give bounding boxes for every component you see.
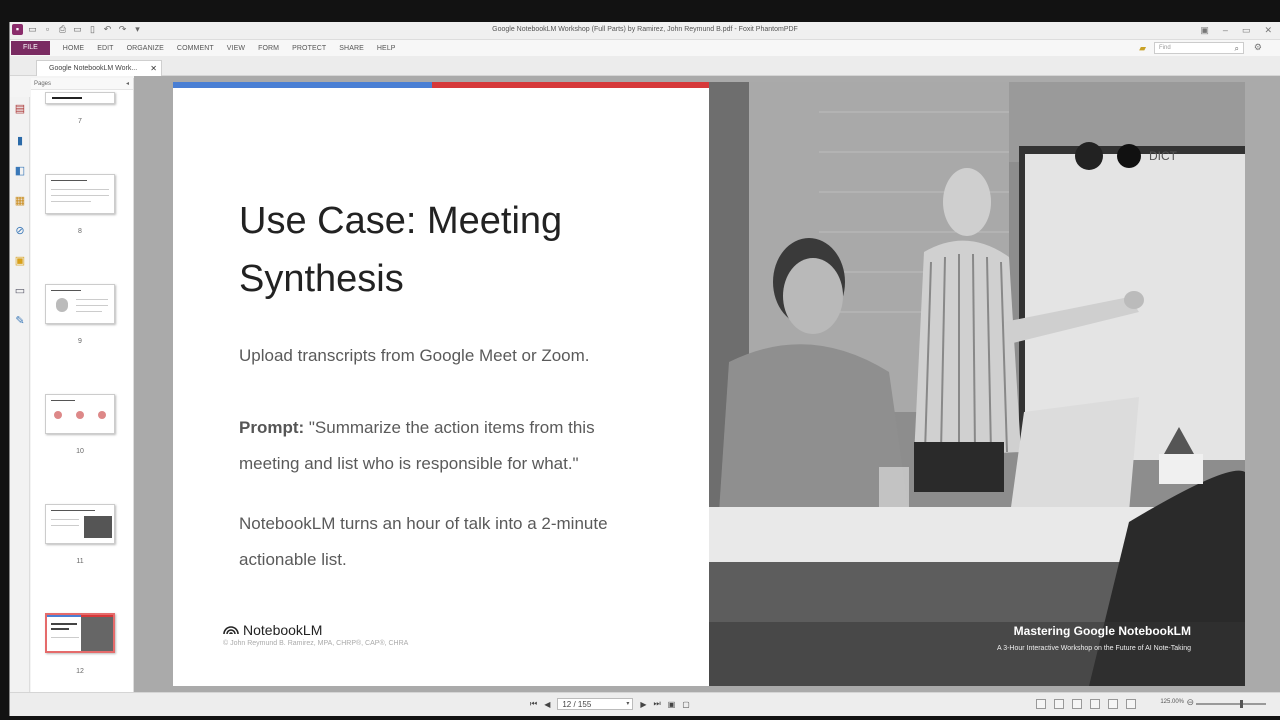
meeting-photo: DICT Mastering Google NotebookLM A 3-Hou… [709,82,1245,686]
find-input[interactable]: Find ⌕ [1154,42,1244,54]
single-page-view-icon[interactable] [1036,699,1046,709]
zoom-out-icon[interactable]: ⊖ [1186,697,1194,708]
settings-icon[interactable]: ⚙ [1254,42,1262,53]
status-bar: ⏮ ◀ 12 / 155 ▾ ▶ ⏭ ▣ ▢ 125.00% ⊖ [10,692,1280,716]
page-number-7: 7 [78,118,82,125]
document-tabs: Google NotebookLM Work... ✕ [10,56,1280,76]
notebooklm-logo-icon [223,626,239,635]
previous-page-icon[interactable]: ◀ [544,700,550,709]
page-number-display: 12 / 155 [562,700,592,709]
zoom-slider[interactable] [1196,700,1266,708]
photo-caption-subtitle: A 3-Hour Interactive Workshop on the Fut… [996,645,1191,652]
menu-share[interactable]: SHARE [339,45,364,52]
menu-protect[interactable]: PROTECT [292,45,326,52]
app-window: ▪ ▭ ▫ ⎙ ▭ ▯ ↶ ↷ ▾ Google NotebookLM Work… [9,22,1280,716]
meeting-photo-illustration: DICT [709,82,1245,686]
document-tab[interactable]: Google NotebookLM Work... ✕ [36,60,162,76]
zoom-level[interactable]: 125.00% [1160,699,1184,705]
zoom-slider-thumb[interactable] [1240,700,1243,708]
view-mode-buttons [1036,699,1136,709]
search-icon[interactable]: ⌕ [1235,43,1239,54]
document-view[interactable]: Use Case: Meeting Synthesis Upload trans… [134,76,1280,710]
slide-prompt: Prompt: "Summarize the action items from… [239,410,659,482]
navigation-panel-icons: ▤ ▮ ◧ ▦ ⊘ ▣ ▭ ✎ [10,97,30,707]
last-page-icon[interactable]: ⏭ [654,699,661,709]
file-menu-button[interactable]: FILE [11,41,50,55]
next-view-icon[interactable]: ▢ [682,700,690,709]
pages-panel-title: Pages [34,81,52,87]
menu-bar: FILE HOME EDIT ORGANIZE COMMENT VIEW FOR… [10,40,1280,56]
menu-home[interactable]: HOME [63,45,84,52]
page-thumbnail-12-selected[interactable] [45,613,115,653]
slide-title: Use Case: Meeting Synthesis [239,200,563,300]
page-number-9: 9 [78,338,82,345]
previous-view-icon[interactable]: ▣ [668,700,676,709]
prompt-label: Prompt: [239,418,305,437]
bookmarks-icon[interactable]: ▮ [14,135,26,147]
pages-icon[interactable]: ▤ [14,103,26,115]
security-lock-icon[interactable]: ▣ [14,255,26,267]
slide-bullet-upload: Upload transcripts from Google Meet or Z… [239,346,590,365]
folder-icon[interactable]: ▰ [1139,43,1146,54]
page-dropdown-icon[interactable]: ▾ [626,699,629,710]
pages-panel: Pages ◂ 7 8 9 10 11 12 [31,78,141,710]
page-thumbnail-10[interactable] [45,394,115,434]
minimize-icon[interactable]: – [1223,25,1228,35]
brand-name: NotebookLM [243,622,323,638]
slide-accent-bar-red [432,82,709,88]
dict-logo-text: DICT [1149,149,1178,163]
tab-close-icon[interactable]: ✕ [150,61,157,76]
page-thumbnail-9[interactable] [45,284,115,324]
menu-form[interactable]: FORM [258,45,279,52]
page-number-10: 10 [76,448,84,455]
close-icon[interactable]: ✕ [1264,25,1272,35]
find-placeholder: Find [1159,45,1171,51]
page-number-field[interactable]: 12 / 155 ▾ [557,698,634,710]
restore-ribbon-icon[interactable]: ▣ [1200,25,1209,35]
menu-edit[interactable]: EDIT [97,45,113,52]
menu-view[interactable]: VIEW [227,45,245,52]
window-title: Google NotebookLM Workshop (Full Parts) … [492,26,798,33]
next-page-icon[interactable]: ▶ [640,700,646,709]
continuous-facing-view-icon[interactable] [1090,699,1100,709]
page-number-11: 11 [76,558,84,565]
signatures-icon[interactable]: ▭ [14,285,26,297]
layers-icon[interactable]: ◧ [14,165,26,177]
menu-organize[interactable]: ORGANIZE [127,45,164,52]
collapse-panel-icon[interactable]: ◂ [126,78,129,90]
photo-caption-title: Mastering Google NotebookLM [1013,624,1191,638]
fit-page-icon[interactable] [1126,699,1136,709]
page-thumbnail-11[interactable] [45,504,115,544]
slide-copyright: © John Reymund B. Ramirez, MPA, CHRP®, C… [223,640,409,647]
document-tab-label: Google NotebookLM Work... [49,65,138,72]
maximize-icon[interactable]: ▭ [1242,25,1251,35]
continuous-view-icon[interactable] [1054,699,1064,709]
slide-page: Use Case: Meeting Synthesis Upload trans… [173,82,1245,686]
menu-help[interactable]: HELP [377,45,396,52]
comments-icon[interactable]: ▦ [14,195,26,207]
tools-icon[interactable]: ✎ [14,315,26,327]
page-navigation: ⏮ ◀ 12 / 155 ▾ ▶ ⏭ ▣ ▢ [530,698,690,710]
page-thumbnail-8[interactable] [45,174,115,214]
page-number-8: 8 [78,228,82,235]
page-thumbnail-7[interactable] [45,92,115,104]
attachments-icon[interactable]: ⊘ [14,225,26,237]
split-view-icon[interactable] [1108,699,1118,709]
slide-accent-bar-blue [173,82,432,88]
first-page-icon[interactable]: ⏮ [530,699,537,709]
page-number-12: 12 [76,668,84,675]
pages-panel-header: Pages ◂ [31,78,133,90]
window-controls: ▣ – ▭ ✕ [1200,25,1272,35]
title-bar: ▪ ▭ ▫ ⎙ ▭ ▯ ↶ ↷ ▾ Google NotebookLM Work… [10,22,1280,40]
menu-comment[interactable]: COMMENT [177,45,214,52]
screen: ▪ ▭ ▫ ⎙ ▭ ▯ ↶ ↷ ▾ Google NotebookLM Work… [0,0,1280,720]
facing-view-icon[interactable] [1072,699,1082,709]
slide-bullet-result: NotebookLM turns an hour of talk into a … [239,514,608,569]
notebooklm-brand: NotebookLM [223,622,322,638]
